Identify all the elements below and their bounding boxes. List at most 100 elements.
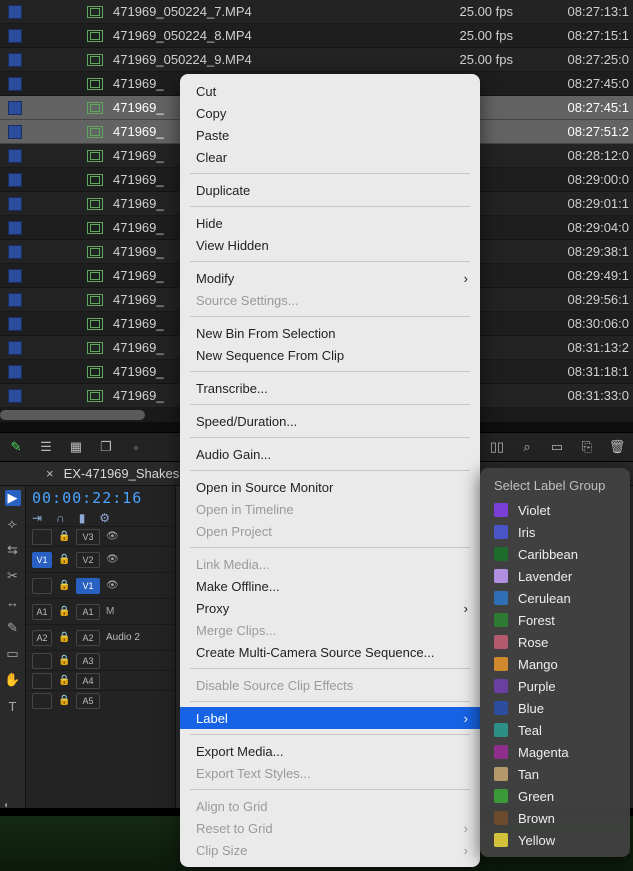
menu-item-create-multi-camera-source-sequence[interactable]: Create Multi-Camera Source Sequence...	[180, 641, 480, 663]
menu-item-cut[interactable]: Cut	[180, 80, 480, 102]
label-color-swatch[interactable]	[8, 365, 22, 379]
menu-item-new-bin-from-selection[interactable]: New Bin From Selection	[180, 322, 480, 344]
hand-tool-icon[interactable]: ✋	[5, 672, 21, 688]
label-color-swatch[interactable]	[8, 245, 22, 259]
playhead-timecode[interactable]: 00:00:22:16	[32, 489, 169, 507]
label-color-swatch[interactable]	[8, 389, 22, 403]
label-color-swatch[interactable]	[8, 341, 22, 355]
label-color-swatch[interactable]	[8, 293, 22, 307]
label-option-violet[interactable]: Violet	[480, 499, 630, 521]
label-option-forest[interactable]: Forest	[480, 609, 630, 631]
eye-icon[interactable]: 👁	[106, 531, 120, 542]
lock-icon[interactable]: 🔒	[58, 695, 70, 706]
selection-tool-icon[interactable]: ▶	[5, 490, 21, 506]
menu-item-hide[interactable]: Hide	[180, 212, 480, 234]
label-color-swatch[interactable]	[8, 5, 22, 19]
project-row[interactable]: 471969_050224_7.MP425.00 fps08:27:13:1	[0, 0, 633, 24]
close-sequence-icon[interactable]: ×	[46, 466, 54, 481]
label-color-swatch[interactable]	[8, 269, 22, 283]
pen-tool-icon[interactable]: ✎	[5, 620, 21, 636]
menu-item-modify[interactable]: Modify›	[180, 267, 480, 289]
new-bin-icon[interactable]: ▭	[549, 439, 565, 455]
tgt-a1[interactable]: A1	[76, 604, 100, 620]
track-select-tool-icon[interactable]: ⟣	[5, 516, 21, 532]
label-option-rose[interactable]: Rose	[480, 631, 630, 653]
label-color-swatch[interactable]	[8, 125, 22, 139]
label-option-purple[interactable]: Purple	[480, 675, 630, 697]
label-option-lavender[interactable]: Lavender	[480, 565, 630, 587]
src-patch-v1[interactable]: V1	[32, 552, 52, 568]
track-header-v1[interactable]: 🔒 V1 👁	[26, 572, 175, 598]
label-option-tan[interactable]: Tan	[480, 763, 630, 785]
track-header-v3[interactable]: 🔒 V3 👁	[26, 526, 175, 546]
freeform-view-icon[interactable]: ❐	[98, 439, 114, 455]
ripple-tool-icon[interactable]: ⇆	[5, 542, 21, 558]
src-patch-empty[interactable]	[32, 529, 52, 545]
lock-icon[interactable]: 🔒	[58, 531, 70, 542]
label-color-swatch[interactable]	[8, 77, 22, 91]
list-view-icon[interactable]: ☰	[38, 439, 54, 455]
pencil-icon[interactable]: ✎	[8, 439, 24, 455]
settings-icon[interactable]: ⚙	[99, 511, 110, 525]
tgt-v2[interactable]: V2	[76, 552, 100, 568]
label-color-swatch[interactable]	[8, 317, 22, 331]
tgt-v1[interactable]: V1	[76, 578, 100, 594]
menu-item-export-media[interactable]: Export Media...	[180, 740, 480, 762]
tgt-a2[interactable]: A2	[76, 630, 100, 646]
trash-icon[interactable]: 🗑	[609, 439, 625, 455]
automate-icon[interactable]: ▯▯	[489, 439, 505, 455]
marker-icon[interactable]: ▮	[79, 511, 86, 525]
src-patch-a1[interactable]: A1	[32, 604, 52, 620]
label-option-green[interactable]: Green	[480, 785, 630, 807]
label-option-teal[interactable]: Teal	[480, 719, 630, 741]
menu-item-new-sequence-from-clip[interactable]: New Sequence From Clip	[180, 344, 480, 366]
project-row[interactable]: 471969_050224_8.MP425.00 fps08:27:15:1	[0, 24, 633, 48]
tgt-a3[interactable]: A3	[76, 653, 100, 669]
label-option-blue[interactable]: Blue	[480, 697, 630, 719]
track-header-a4[interactable]: 🔒 A4	[26, 670, 175, 690]
menu-item-transcribe[interactable]: Transcribe...	[180, 377, 480, 399]
slip-tool-icon[interactable]: ↔	[5, 594, 21, 610]
label-option-iris[interactable]: Iris	[480, 521, 630, 543]
label-option-caribbean[interactable]: Caribbean	[480, 543, 630, 565]
label-option-mango[interactable]: Mango	[480, 653, 630, 675]
track-header-a5[interactable]: 🔒 A5	[26, 690, 175, 710]
lock-icon[interactable]: 🔒	[58, 580, 70, 591]
lock-icon[interactable]: 🔒	[58, 606, 70, 617]
project-hscroll-thumb[interactable]	[0, 410, 145, 420]
type-tool-icon[interactable]: T	[5, 698, 21, 714]
snap-icon[interactable]: ⇥	[32, 511, 42, 525]
tgt-v3[interactable]: V3	[76, 529, 100, 545]
icon-view-icon[interactable]: ▦	[68, 439, 84, 455]
tgt-a5[interactable]: A5	[76, 693, 100, 709]
razor-tool-icon[interactable]: ✂	[5, 568, 21, 584]
label-option-cerulean[interactable]: Cerulean	[480, 587, 630, 609]
track-header-a2[interactable]: A2 🔒 A2 Audio 2	[26, 624, 175, 650]
new-item-icon[interactable]: ⎘	[579, 439, 595, 455]
label-color-swatch[interactable]	[8, 197, 22, 211]
menu-item-clear[interactable]: Clear	[180, 146, 480, 168]
label-color-swatch[interactable]	[8, 29, 22, 43]
menu-item-proxy[interactable]: Proxy›	[180, 597, 480, 619]
menu-item-copy[interactable]: Copy	[180, 102, 480, 124]
menu-item-duplicate[interactable]: Duplicate	[180, 179, 480, 201]
menu-item-make-offline[interactable]: Make Offline...	[180, 575, 480, 597]
track-header-a1[interactable]: A1 🔒 A1 M	[26, 598, 175, 624]
label-option-magenta[interactable]: Magenta	[480, 741, 630, 763]
track-header-v2[interactable]: V1 🔒 V2 👁	[26, 546, 175, 572]
menu-item-open-in-source-monitor[interactable]: Open in Source Monitor	[180, 476, 480, 498]
track-header-a3[interactable]: 🔒 A3	[26, 650, 175, 670]
lock-icon[interactable]: 🔒	[58, 554, 70, 565]
src-patch-a2[interactable]: A2	[32, 630, 52, 646]
menu-item-speed-duration[interactable]: Speed/Duration...	[180, 410, 480, 432]
menu-item-audio-gain[interactable]: Audio Gain...	[180, 443, 480, 465]
src-patch-empty[interactable]	[32, 578, 52, 594]
lock-icon[interactable]: 🔒	[58, 675, 70, 686]
label-option-yellow[interactable]: Yellow	[480, 829, 630, 851]
lock-icon[interactable]: 🔒	[58, 655, 70, 666]
menu-item-label[interactable]: Label›	[180, 707, 480, 729]
menu-item-view-hidden[interactable]: View Hidden	[180, 234, 480, 256]
search-icon[interactable]: ⌕	[519, 439, 535, 455]
linked-selection-icon[interactable]: ∩	[56, 511, 65, 525]
rectangle-tool-icon[interactable]: ▭	[5, 646, 21, 662]
